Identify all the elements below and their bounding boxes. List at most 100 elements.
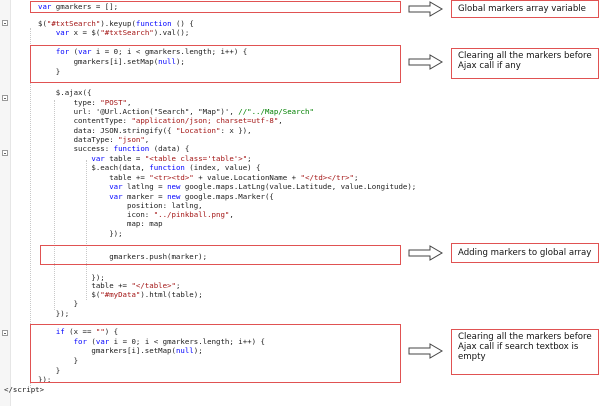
code-line: $("#myData").html(table);: [38, 290, 203, 299]
code-token: icon:: [38, 210, 154, 219]
code-token: "#txtSearch": [100, 28, 154, 37]
code-token: var: [109, 182, 123, 191]
code-line: type: "POST",: [38, 98, 132, 107]
code-token: ,: [229, 210, 234, 219]
code-token: success:: [38, 144, 114, 153]
code-line: position: latlng,: [38, 201, 203, 210]
code-line: $.ajax({: [38, 88, 92, 97]
code-token: ',: [224, 107, 239, 116]
code-token: google.maps.Marker({: [180, 192, 274, 201]
code-token: script: [12, 385, 40, 394]
highlight-push-marker: [40, 245, 401, 265]
code-token: "Location": [175, 126, 221, 135]
arrow-right-icon: [408, 245, 443, 261]
code-token: function: [149, 163, 185, 172]
code-token: var: [91, 154, 105, 163]
highlight-global-markers: [30, 1, 401, 13]
arrow-right-icon: [408, 1, 443, 17]
code-token: $.ajax({: [38, 88, 92, 97]
code-line: var latlng = new google.maps.LatLng(valu…: [38, 182, 416, 191]
code-line: table += "<tr><td>" + value.LocationName…: [38, 173, 358, 182]
code-line: url: '@Url.Action("Search", "Map")', //"…: [38, 107, 314, 116]
code-line: $("#txtSearch").keyup(function () {: [38, 19, 194, 28]
code-token: new: [167, 192, 181, 201]
code-token: contentType:: [38, 116, 132, 125]
code-token: x = $(: [69, 28, 101, 37]
code-line: icon: "../pinkball.png",: [38, 210, 234, 219]
code-token: type:: [38, 98, 101, 107]
code-token: + value.LocationName +: [193, 173, 301, 182]
code-token: ;: [247, 154, 252, 163]
code-token: table =: [104, 154, 145, 163]
code-token: ,: [278, 116, 283, 125]
code-token: ).val();: [153, 28, 190, 37]
code-token: @Url.Action("Search", "Map"): [100, 107, 225, 116]
arrow-right-icon: [408, 343, 443, 359]
code-token: ;: [175, 281, 181, 290]
code-line: var x = $("#txtSearch").val();: [38, 28, 190, 37]
code-token: var: [55, 28, 70, 37]
code-token: (data) {: [149, 144, 190, 153]
code-line: success: function (data) {: [38, 144, 190, 153]
note-global-markers: Global markers array variable: [451, 0, 599, 18]
code-token: });: [38, 229, 123, 238]
code-line: var marker = new google.maps.Marker({: [38, 192, 274, 201]
code-token: </: [4, 385, 13, 394]
code-token: dataType:: [38, 135, 119, 144]
code-token: "</td></tr>": [300, 173, 354, 182]
code-token: ,: [127, 98, 132, 107]
code-line: </script>: [4, 385, 44, 394]
code-token: ).keyup(: [100, 19, 136, 28]
code-token: map: map: [38, 219, 163, 228]
code-token: "<table class='table'>": [144, 154, 248, 163]
code-token: ;: [353, 173, 359, 182]
code-token: data: JSON.stringify({: [38, 126, 176, 135]
code-line: dataType: "json",: [38, 135, 150, 144]
code-token: : x }),: [220, 126, 252, 135]
note-clear-before-ajax: Clearing all the markers before Ajax cal…: [451, 48, 599, 79]
code-token: "json": [118, 135, 145, 144]
code-token: table +=: [38, 173, 150, 182]
code-token: marker =: [122, 192, 168, 201]
code-token: table +=: [38, 281, 132, 290]
code-line: data: JSON.stringify({ "Location": x }),: [38, 126, 252, 135]
code-token: $(: [38, 19, 47, 28]
code-token: "<tr><td>": [149, 173, 194, 182]
highlight-clear-if-empty: [30, 324, 401, 383]
code-token: () {: [171, 19, 194, 28]
fold-toggle-icon[interactable]: [2, 95, 8, 101]
code-line: });: [38, 229, 123, 238]
code-token: ,: [144, 135, 150, 144]
code-token: });: [38, 309, 70, 318]
note-adding-markers: Adding markers to global array: [451, 243, 599, 263]
code-token: ).html(table);: [140, 290, 203, 299]
code-line: var table = "<table class='table'>";: [38, 154, 252, 163]
code-token: position: latlng,: [38, 201, 203, 210]
code-token: function: [135, 19, 172, 28]
code-token: $(: [38, 290, 101, 299]
editor-gutter: [0, 0, 11, 406]
code-line: });: [38, 309, 69, 318]
code-token: "../pinkball.png": [153, 210, 230, 219]
fold-toggle-icon[interactable]: [2, 330, 8, 336]
code-token: //"../Map/Search": [238, 107, 314, 116]
fold-toggle-icon[interactable]: [2, 150, 8, 156]
code-line: }: [38, 299, 78, 308]
code-token: latlng =: [122, 182, 168, 191]
code-token: url: ': [38, 107, 101, 116]
code-token: (index, value) {: [184, 163, 261, 172]
code-token: var: [109, 192, 123, 201]
code-token: "#myData": [100, 290, 141, 299]
code-line: map: map: [38, 219, 163, 228]
code-token: "#txtSearch": [46, 19, 101, 28]
code-token: "POST": [100, 98, 127, 107]
code-line: table += "</table>";: [38, 281, 180, 290]
code-token: function: [113, 144, 150, 153]
code-token: >: [39, 385, 45, 394]
note-clear-if-empty: Clearing all the markers before Ajax cal…: [451, 329, 599, 375]
code-line: $.each(data, function (index, value) {: [38, 163, 261, 172]
arrow-right-icon: [408, 54, 443, 70]
fold-toggle-icon[interactable]: [2, 20, 8, 26]
